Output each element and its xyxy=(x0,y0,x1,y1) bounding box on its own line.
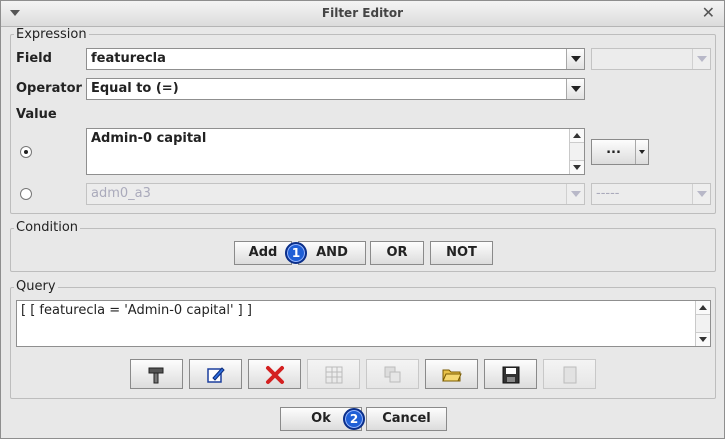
scroll-down-icon[interactable] xyxy=(570,160,584,174)
field-ref-value: adm0_a3 xyxy=(91,186,151,201)
operator-combo-value: Equal to (=) xyxy=(91,81,179,96)
value-literal-radio[interactable] xyxy=(20,146,32,158)
save-query-button[interactable] xyxy=(484,359,537,389)
chevron-down-icon[interactable] xyxy=(566,79,584,99)
chevron-down-icon xyxy=(692,184,710,204)
scroll-up-icon[interactable] xyxy=(696,301,710,315)
chevron-down-icon xyxy=(692,49,710,69)
field-ref-extra-combo: ----- xyxy=(591,183,711,205)
field-combo-value: featurecla xyxy=(91,51,166,66)
scroll-up-icon[interactable] xyxy=(570,129,584,143)
query-scrollbar[interactable] xyxy=(695,301,710,346)
delete-icon xyxy=(266,366,284,384)
delete-query-button[interactable] xyxy=(248,359,301,389)
step-badge-2: 2 xyxy=(343,408,365,430)
query-textarea[interactable]: [ [ featurecla = 'Admin-0 capital' ] ] xyxy=(16,300,711,347)
not-button[interactable]: NOT xyxy=(430,241,493,265)
clear-button xyxy=(543,359,596,389)
title-bar: Filter Editor ✕ xyxy=(1,1,724,27)
clear-icon xyxy=(563,366,577,384)
expression-group-label: Expression xyxy=(14,27,89,42)
add-button[interactable]: Add xyxy=(234,241,292,265)
build-query-button[interactable] xyxy=(130,359,183,389)
table-icon xyxy=(325,366,343,384)
field-ref-combo: adm0_a3 xyxy=(86,183,585,205)
cancel-button[interactable]: Cancel xyxy=(366,407,447,431)
query-text: [ [ featurecla = 'Admin-0 capital' ] ] xyxy=(21,303,252,318)
value-textarea[interactable]: Admin-0 capital xyxy=(86,128,585,175)
field-extra-combo xyxy=(591,48,711,70)
value-label: Value xyxy=(16,107,57,122)
copy-button xyxy=(366,359,419,389)
and-button[interactable]: AND xyxy=(298,241,366,265)
or-button[interactable]: OR xyxy=(370,241,424,265)
chevron-down-icon[interactable] xyxy=(566,49,584,69)
window-title: Filter Editor xyxy=(321,6,404,20)
chevron-down-icon xyxy=(566,184,584,204)
value-text: Admin-0 capital xyxy=(91,131,207,146)
table-button xyxy=(307,359,360,389)
operator-combo[interactable]: Equal to (=) xyxy=(86,78,585,100)
value-more-label: ... xyxy=(592,140,636,164)
scroll-down-icon[interactable] xyxy=(696,332,710,346)
condition-group-label: Condition xyxy=(14,220,81,235)
save-icon xyxy=(502,366,520,384)
field-label: Field xyxy=(16,51,52,66)
open-query-button[interactable] xyxy=(425,359,478,389)
operator-label: Operator xyxy=(16,81,82,96)
step-badge-1: 1 xyxy=(285,242,307,264)
value-field-radio[interactable] xyxy=(20,188,32,200)
value-scrollbar[interactable] xyxy=(569,129,584,174)
close-icon[interactable]: ✕ xyxy=(702,4,715,22)
query-group-label: Query xyxy=(14,279,58,294)
value-more-button[interactable]: ... xyxy=(591,139,649,165)
copy-icon xyxy=(384,366,401,383)
open-folder-icon xyxy=(442,369,462,382)
edit-icon xyxy=(207,367,225,383)
field-combo[interactable]: featurecla xyxy=(86,48,585,70)
field-ref-extra-value: ----- xyxy=(596,186,620,201)
filter-editor-window: Filter Editor ✕ Expression Field feature… xyxy=(0,0,725,439)
edit-query-button[interactable] xyxy=(189,359,242,389)
build-icon xyxy=(148,367,164,384)
